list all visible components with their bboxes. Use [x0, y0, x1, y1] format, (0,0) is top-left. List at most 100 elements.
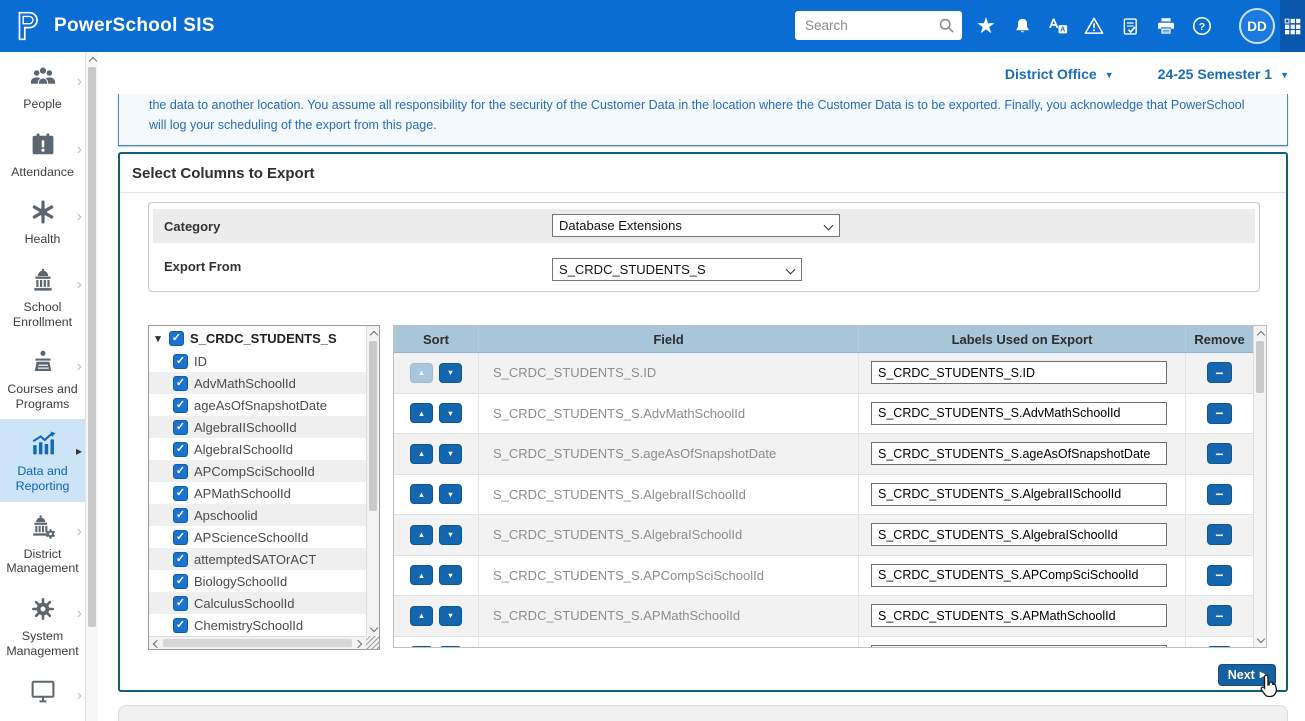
tree-horizontal-scrollbar[interactable]	[149, 636, 366, 649]
tree-field-row[interactable]: ✓ ageAsOfSnapshotDate	[149, 394, 366, 416]
reports-check-icon[interactable]	[1118, 11, 1142, 41]
scroll-up-arrow-icon[interactable]	[1254, 326, 1267, 340]
notifications-bell-icon[interactable]	[1010, 11, 1034, 41]
field-checkbox[interactable]: ✓	[173, 354, 188, 369]
remove-button[interactable]: −	[1207, 605, 1232, 626]
remove-button[interactable]: −	[1207, 646, 1232, 647]
search-input[interactable]	[795, 18, 938, 33]
tree-field-row[interactable]: ✓ AlgebraIISchoolId	[149, 416, 366, 438]
tree-field-row[interactable]: ✓ ChemistrySchoolId	[149, 614, 366, 636]
resize-grip[interactable]	[366, 636, 379, 649]
sort-down-button[interactable]: ▼	[439, 403, 462, 423]
table-vertical-scrollbar[interactable]	[1253, 326, 1266, 647]
field-checkbox[interactable]: ✓	[173, 508, 188, 523]
print-icon[interactable]	[1154, 11, 1178, 41]
sort-down-button[interactable]: ▼	[439, 525, 462, 545]
root-checkbox[interactable]: ✓	[169, 331, 184, 346]
scrollbar-thumb[interactable]	[163, 639, 352, 647]
sort-up-button[interactable]: ▲	[410, 646, 433, 647]
field-checkbox[interactable]: ✓	[173, 574, 188, 589]
term-selector[interactable]: 24-25 Semester 1 ▼	[1158, 66, 1289, 82]
field-checkbox[interactable]: ✓	[173, 486, 188, 501]
tree-vertical-scrollbar[interactable]	[366, 326, 379, 636]
remove-button[interactable]: −	[1207, 524, 1232, 545]
sidebar-item-district-management[interactable]: District Management ›	[0, 502, 85, 584]
sort-down-button[interactable]: ▼	[439, 646, 462, 647]
sort-up-button[interactable]: ▲	[410, 444, 433, 464]
sidebar-item-data-and-reporting[interactable]: Data and Reporting ▸	[0, 419, 85, 501]
powerschool-logo-icon[interactable]	[12, 10, 44, 42]
scroll-up-arrow-icon[interactable]	[367, 326, 380, 340]
sort-down-button[interactable]: ▼	[439, 606, 462, 626]
tree-field-row[interactable]: ✓ ID	[149, 350, 366, 372]
scroll-down-arrow-icon[interactable]	[1254, 633, 1267, 647]
export-label-input[interactable]	[871, 361, 1167, 384]
remove-button[interactable]: −	[1207, 403, 1232, 424]
scroll-right-arrow-icon[interactable]	[353, 637, 366, 650]
tree-field-row[interactable]: ✓ CalculusSchoolId	[149, 592, 366, 614]
global-search[interactable]	[795, 11, 962, 40]
sort-down-button[interactable]: ▼	[439, 444, 462, 464]
field-checkbox[interactable]: ✓	[173, 618, 188, 633]
field-checkbox[interactable]: ✓	[173, 442, 188, 457]
export-label-input[interactable]	[871, 604, 1167, 627]
tree-field-row[interactable]: ✓ AdvMathSchoolId	[149, 372, 366, 394]
export-from-select[interactable]: S_CRDC_STUDENTS_S	[552, 258, 802, 281]
sort-down-button[interactable]: ▼	[439, 363, 462, 383]
export-label-input[interactable]	[871, 483, 1167, 506]
help-icon[interactable]: ?	[1190, 11, 1214, 41]
scrollbar-thumb[interactable]	[88, 67, 96, 627]
user-avatar[interactable]: DD	[1239, 8, 1275, 44]
tree-field-row[interactable]: ✓ APScienceSchoolId	[149, 526, 366, 548]
field-checkbox[interactable]: ✓	[173, 376, 188, 391]
field-checkbox[interactable]: ✓	[173, 398, 188, 413]
sidebar-item-courses-and-programs[interactable]: Courses and Programs ›	[0, 337, 85, 419]
sidebar-item-partial[interactable]: ›	[0, 666, 85, 714]
sort-down-button[interactable]: ▼	[439, 484, 462, 504]
scroll-up-arrow-icon[interactable]	[86, 52, 99, 66]
remove-button[interactable]: −	[1207, 362, 1232, 383]
apps-grid-icon[interactable]	[1280, 0, 1305, 52]
scrollbar-thumb[interactable]	[369, 341, 377, 511]
translate-icon[interactable]: A	[1046, 11, 1070, 41]
tree-field-row[interactable]: ✓ BiologySchoolId	[149, 570, 366, 592]
tree-field-row[interactable]: ✓ Apschoolid	[149, 504, 366, 526]
sort-up-button[interactable]: ▲	[410, 484, 433, 504]
sidebar-item-attendance[interactable]: Attendance ›	[0, 120, 85, 188]
export-label-input[interactable]	[871, 442, 1167, 465]
remove-button[interactable]: −	[1207, 565, 1232, 586]
tree-root-row[interactable]: ▾ ✓ S_CRDC_STUDENTS_S	[149, 326, 366, 350]
school-selector[interactable]: District Office ▼	[1005, 66, 1114, 82]
sort-down-button[interactable]: ▼	[439, 565, 462, 585]
field-checkbox[interactable]: ✓	[173, 552, 188, 567]
scroll-left-arrow-icon[interactable]	[149, 637, 162, 650]
remove-button[interactable]: −	[1207, 443, 1232, 464]
next-button[interactable]: Next ▶	[1218, 664, 1276, 686]
sidebar-item-people[interactable]: People ›	[0, 52, 85, 120]
sort-up-button[interactable]: ▲	[410, 565, 433, 585]
export-label-input[interactable]	[871, 645, 1167, 647]
sort-up-button[interactable]: ▲	[410, 363, 433, 383]
field-checkbox[interactable]: ✓	[173, 420, 188, 435]
sidebar-item-system-management[interactable]: System Management ›	[0, 584, 85, 666]
sort-up-button[interactable]: ▲	[410, 403, 433, 423]
favorites-star-icon[interactable]: ★	[974, 11, 998, 41]
field-checkbox[interactable]: ✓	[173, 530, 188, 545]
tree-field-row[interactable]: ✓ APCompSciSchoolId	[149, 460, 366, 482]
tree-field-row[interactable]: ✓ APMathSchoolId	[149, 482, 366, 504]
scroll-down-arrow-icon[interactable]	[367, 622, 380, 636]
sidebar-item-health[interactable]: Health ›	[0, 187, 85, 255]
export-label-input[interactable]	[871, 523, 1167, 546]
tree-field-row[interactable]: ✓ attemptedSATOrACT	[149, 548, 366, 570]
export-label-input[interactable]	[871, 402, 1167, 425]
scrollbar-thumb[interactable]	[1256, 341, 1264, 393]
field-checkbox[interactable]: ✓	[173, 596, 188, 611]
sidebar-item-school-enrollment[interactable]: School Enrollment ›	[0, 255, 85, 337]
sort-up-button[interactable]: ▲	[410, 525, 433, 545]
search-icon[interactable]	[938, 17, 955, 34]
category-select[interactable]: Database Extensions	[552, 214, 840, 237]
alerts-warning-icon[interactable]	[1082, 11, 1106, 41]
tree-expander-icon[interactable]: ▾	[153, 332, 163, 345]
tree-field-row[interactable]: ✓ AlgebraISchoolId	[149, 438, 366, 460]
sidebar-scrollbar[interactable]	[85, 52, 98, 721]
